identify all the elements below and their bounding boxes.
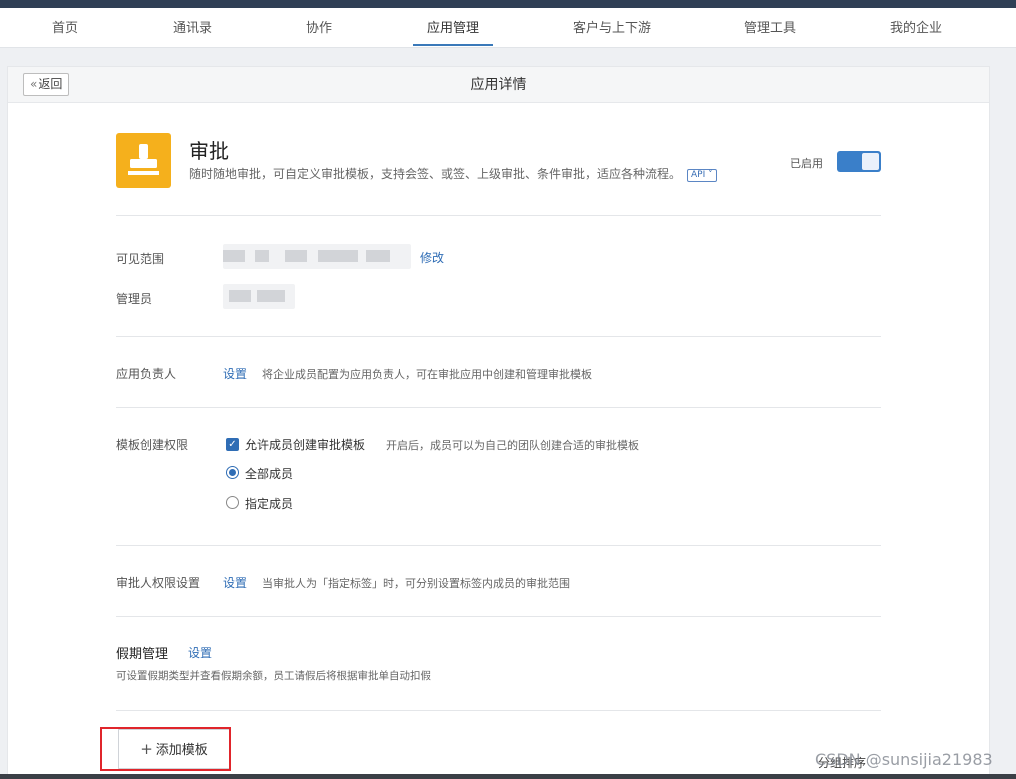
app-name: 审批 bbox=[189, 139, 229, 163]
page-title: 应用详情 bbox=[470, 77, 527, 93]
all-members-label: 全部成员 bbox=[245, 467, 294, 481]
api-tag-label: API bbox=[691, 170, 706, 180]
divider bbox=[116, 215, 881, 216]
approver-hint: 当审批人为「指定标签」时，可分别设置标签内成员的审批范围 bbox=[262, 577, 570, 590]
app-detail-panel: «返回 应用详情 审批 随时随地审批，可自定义审批模板，支持会签、或签、上级审批… bbox=[7, 66, 990, 779]
divider bbox=[116, 336, 881, 337]
nav-item-collaboration[interactable]: 协作 bbox=[306, 8, 332, 48]
nav-item-home[interactable]: 首页 bbox=[52, 8, 78, 48]
divider bbox=[116, 710, 881, 711]
status-label: 已启用 bbox=[790, 157, 823, 170]
leave-management-title: 假期管理 bbox=[116, 647, 169, 662]
allow-create-hint: 开启后，成员可以为自己的团队创建合适的审批模板 bbox=[386, 439, 639, 452]
nav-item-contacts[interactable]: 通讯录 bbox=[173, 8, 212, 48]
enable-toggle[interactable] bbox=[837, 151, 881, 172]
divider bbox=[116, 407, 881, 408]
window-bottom-bar bbox=[0, 774, 1016, 779]
allow-create-checkbox[interactable]: ✓ bbox=[226, 438, 239, 451]
check-icon: ✓ bbox=[228, 439, 237, 450]
app-description-text: 随时随地审批，可自定义审批模板，支持会签、或签、上级审批、条件审批，适应各种流程… bbox=[189, 167, 682, 181]
leave-settings-link[interactable]: 设置 bbox=[188, 644, 212, 661]
nav-item-admin-tools[interactable]: 管理工具 bbox=[744, 8, 796, 48]
visibility-value-redacted bbox=[223, 244, 411, 269]
visibility-modify-link[interactable]: 修改 bbox=[420, 249, 444, 266]
specific-members-radio[interactable] bbox=[226, 496, 239, 509]
owner-hint: 将企业成员配置为应用负责人，可在审批应用中创建和管理审批模板 bbox=[262, 368, 592, 381]
leave-hint: 可设置假期类型并查看假期余额，员工请假后将根据审批单自动扣假 bbox=[116, 670, 431, 682]
stamp-icon bbox=[116, 133, 171, 188]
approver-settings-link[interactable]: 设置 bbox=[223, 574, 247, 591]
admin-value-redacted bbox=[223, 284, 295, 309]
nav-item-app-management[interactable]: 应用管理 bbox=[413, 8, 493, 48]
divider bbox=[116, 545, 881, 546]
app-description: 随时随地审批，可自定义审批模板，支持会签、或签、上级审批、条件审批，适应各种流程… bbox=[189, 165, 717, 182]
admin-label: 管理员 bbox=[116, 292, 153, 306]
highlight-box bbox=[100, 727, 231, 771]
owner-settings-link[interactable]: 设置 bbox=[223, 365, 247, 382]
watermark: CSDN @sunsijia21983 bbox=[815, 750, 993, 769]
visibility-label: 可见范围 bbox=[116, 252, 165, 266]
approver-permission-label: 审批人权限设置 bbox=[116, 576, 201, 590]
divider bbox=[116, 616, 881, 617]
panel-header: «返回 应用详情 bbox=[8, 67, 989, 103]
nav-item-customers[interactable]: 客户与上下游 bbox=[573, 8, 651, 48]
nav-item-my-enterprise[interactable]: 我的企业 bbox=[890, 8, 942, 48]
template-permission-label: 模板创建权限 bbox=[116, 438, 189, 452]
allow-create-label: 允许成员创建审批模板 bbox=[245, 438, 366, 452]
owner-label: 应用负责人 bbox=[116, 367, 177, 381]
specific-members-label: 指定成员 bbox=[245, 497, 294, 511]
api-tag[interactable]: API ˅ bbox=[687, 169, 717, 182]
all-members-radio[interactable] bbox=[226, 466, 239, 479]
window-top-strip bbox=[0, 0, 1016, 8]
top-nav: 首页 通讯录 协作 应用管理 客户与上下游 管理工具 我的企业 bbox=[0, 8, 1016, 48]
toggle-knob bbox=[862, 153, 879, 170]
